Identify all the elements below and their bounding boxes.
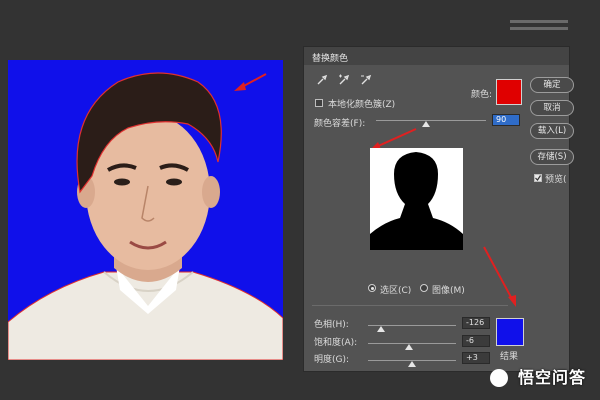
save-button[interactable]: 存储(S)	[530, 149, 574, 165]
color-label: 颜色:	[471, 90, 493, 100]
hue-slider-thumb[interactable]	[377, 326, 386, 332]
image-radio-label: 图像(M)	[432, 286, 465, 296]
localized-clusters-label: 本地化颜色簇(Z)	[328, 100, 396, 110]
portrait-photo-canvas	[8, 60, 283, 360]
fuzziness-slider-track[interactable]	[376, 120, 486, 121]
fuzziness-label: 颜色容差(F):	[314, 119, 366, 129]
ok-button[interactable]: 确定	[530, 77, 574, 93]
watermark-logo-icon	[490, 369, 508, 387]
checkmark-icon	[535, 175, 541, 181]
load-button[interactable]: 载入(L)	[530, 123, 574, 139]
lightness-value-field[interactable]: +3	[462, 352, 490, 364]
saturation-label: 饱和度(A):	[314, 338, 358, 348]
localized-clusters-checkbox[interactable]	[315, 99, 323, 107]
dialog-titlebar: 替换颜色	[304, 47, 569, 65]
hue-label: 色相(H):	[314, 320, 349, 330]
selected-color-swatch[interactable]	[496, 79, 522, 105]
dialog-title: 替换颜色	[312, 54, 349, 64]
selection-preview	[370, 148, 463, 250]
preview-checkbox[interactable]	[534, 174, 542, 182]
eyedropper-plus-icon[interactable]	[338, 74, 350, 86]
saturation-value-field[interactable]: -6	[462, 335, 490, 347]
panel-grip-bars	[510, 20, 568, 32]
fuzziness-slider-thumb[interactable]	[421, 121, 430, 127]
selection-radio[interactable]	[368, 284, 376, 292]
portrait-image	[8, 60, 283, 360]
fuzziness-value-field[interactable]: 90	[492, 114, 520, 126]
replace-color-dialog: 替换颜色 本地化颜色簇(Z) 颜色: 颜色容差(F): 90 选区(C) 图像(…	[303, 46, 574, 372]
annotation-arrow-result	[483, 246, 516, 307]
divider	[312, 305, 508, 306]
lightness-label: 明度(G):	[314, 355, 350, 365]
result-color-swatch[interactable]	[496, 318, 524, 346]
cancel-button[interactable]: 取消	[530, 100, 574, 116]
selection-radio-label: 选区(C)	[380, 286, 412, 296]
eyedropper-minus-icon[interactable]	[360, 74, 372, 86]
result-label: 结果	[500, 352, 519, 362]
lightness-slider-thumb[interactable]	[408, 361, 416, 367]
saturation-slider-thumb[interactable]	[405, 344, 414, 350]
watermark-text: 悟空问答	[517, 368, 586, 387]
hue-value-field[interactable]: -126	[462, 317, 490, 329]
preview-label: 预览(	[545, 175, 567, 185]
image-radio[interactable]	[420, 284, 428, 292]
eyedropper-icon[interactable]	[316, 74, 328, 86]
